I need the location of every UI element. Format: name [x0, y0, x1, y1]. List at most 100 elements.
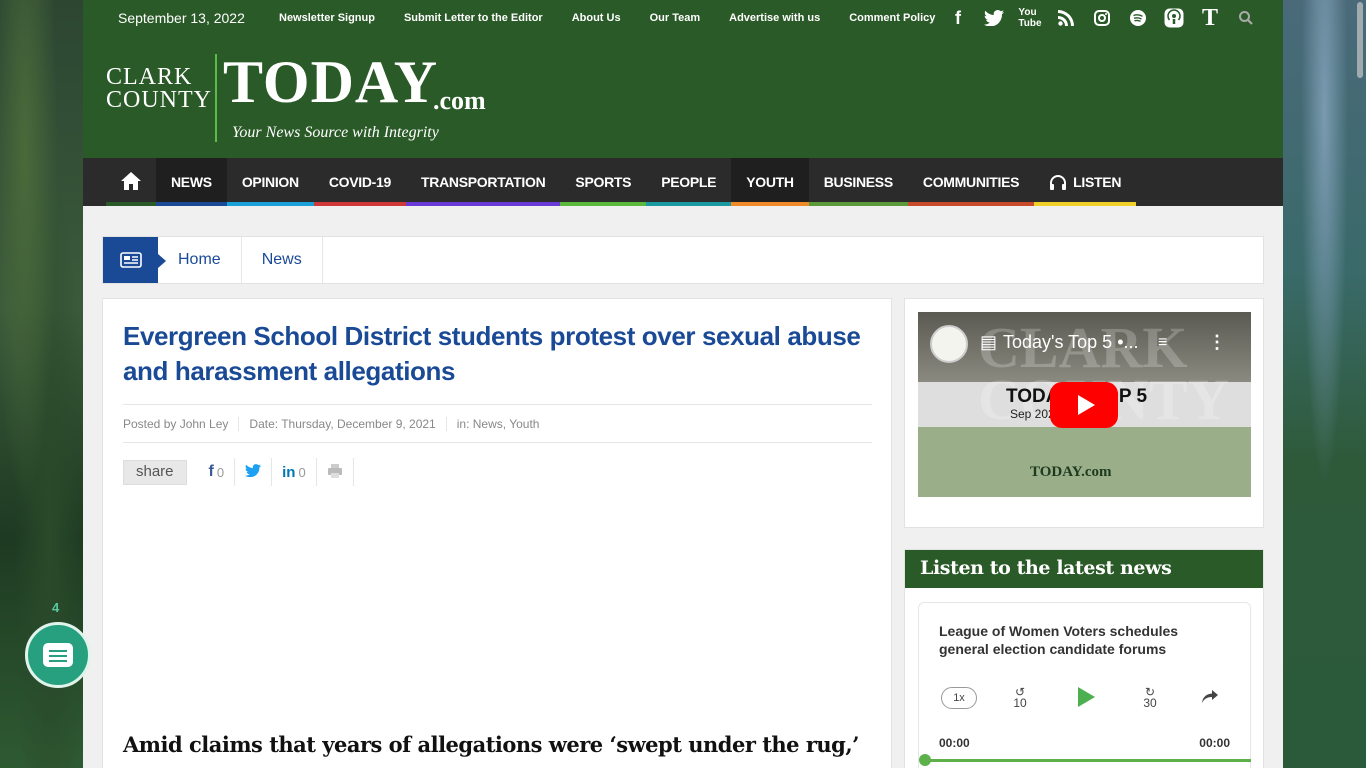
progress-handle[interactable]	[919, 754, 931, 766]
rss-icon[interactable]	[1048, 10, 1084, 26]
current-date: September 13, 2022	[118, 10, 245, 26]
twitter-share[interactable]	[235, 458, 273, 486]
comment-policy-link[interactable]: Comment Policy	[849, 12, 935, 24]
article-in-label: in:	[456, 416, 470, 431]
breadcrumb: Home News	[102, 236, 1264, 284]
facebook-share[interactable]: f 0	[199, 458, 236, 486]
youtube-icon[interactable]: You Tube	[1012, 7, 1048, 29]
instagram-icon[interactable]	[1084, 10, 1120, 26]
article-card: Evergreen School District students prote…	[102, 298, 892, 768]
video-title-text: Today's Top 5 •...	[1003, 332, 1139, 352]
nav-covid[interactable]: COVID-19	[313, 158, 407, 206]
newsletter-signup-link[interactable]: Newsletter Signup	[279, 12, 375, 24]
skip-fwd-label: 30	[1143, 696, 1157, 710]
spotify-icon[interactable]	[1120, 10, 1156, 26]
queue-icon[interactable]: ≡	[1158, 334, 1167, 352]
share-label: share	[123, 459, 187, 485]
playback-speed-button[interactable]: 1x	[941, 687, 977, 709]
skip-forward-button[interactable]: ↻ 30	[1133, 683, 1167, 713]
logo-county-text: COUNTY	[106, 87, 212, 113]
top-links: Newsletter Signup Submit Letter to the E…	[279, 12, 964, 24]
video-title[interactable]: ▤ Today's Top 5 •...	[980, 332, 1139, 353]
progress-track[interactable]	[925, 759, 1251, 762]
nav-covid-label: COVID-19	[328, 174, 392, 190]
nav-communities[interactable]: COMMUNITIES	[907, 158, 1035, 206]
linkedin-share[interactable]: in 0	[272, 458, 317, 486]
play-audio-button[interactable]	[1069, 683, 1103, 713]
nav-news[interactable]: NEWS	[156, 158, 227, 206]
listen-widget: Listen to the latest news League of Wome…	[904, 549, 1264, 768]
twitter-icon[interactable]	[976, 10, 1012, 26]
play-button[interactable]	[1050, 382, 1118, 428]
breadcrumb-home[interactable]: Home	[158, 237, 242, 283]
logo-clark-text: CLARK	[106, 64, 193, 90]
site-header: CLARK COUNTY TODAY .com Your News Source…	[83, 36, 1283, 158]
facebook-icon: f	[208, 463, 214, 480]
article-categories-wrap: in: News, Youth	[457, 417, 550, 431]
linkedin-share-count: 0	[298, 464, 306, 480]
chat-icon	[43, 643, 73, 667]
chat-count: 4	[52, 600, 60, 615]
article-date: Date: Thursday, December 9, 2021	[249, 416, 447, 431]
linkedin-icon: in	[282, 463, 296, 481]
printer-icon	[327, 463, 343, 482]
advertise-link[interactable]: Advertise with us	[729, 12, 820, 24]
youtube-embed[interactable]: CLARKCOUNTY ▤Today's Top 5 •... ≡ ⋮ TODA…	[918, 312, 1251, 497]
current-time: 00:00	[939, 736, 970, 750]
about-us-link[interactable]: About Us	[572, 12, 621, 24]
main-nav: NEWS OPINION COVID-19 TRANSPORTATION SPO…	[83, 158, 1283, 206]
nav-people-label: PEOPLE	[661, 174, 717, 190]
share-audio-button[interactable]	[1193, 683, 1227, 713]
nav-transportation-label: TRANSPORTATION	[421, 174, 546, 190]
play-icon	[1076, 686, 1096, 711]
newspaper-icon	[103, 237, 166, 283]
nav-business-label: BUSINESS	[823, 174, 893, 190]
nav-people[interactable]: PEOPLE	[646, 158, 732, 206]
scrollbar-thumb[interactable]	[1357, 2, 1363, 78]
nav-news-label: NEWS	[171, 174, 212, 190]
scrollbar[interactable]	[1354, 0, 1366, 768]
podcast-icon[interactable]	[1156, 8, 1192, 28]
article-subhead: Amid claims that years of allegations we…	[123, 732, 859, 757]
nav-opinion-label: OPINION	[241, 174, 299, 190]
nav-home[interactable]	[106, 158, 156, 206]
episode-title: League of Women Voters schedules general…	[939, 623, 1179, 657]
playlist-icon: ▤	[980, 332, 998, 352]
headphones-icon	[1049, 174, 1067, 190]
nav-sports[interactable]: SPORTS	[560, 158, 647, 206]
duration: 00:00	[1199, 736, 1230, 750]
nav-business[interactable]: BUSINESS	[808, 158, 908, 206]
logo-clark-county[interactable]: CLARK COUNTY	[106, 64, 212, 113]
nav-listen[interactable]: LISTEN	[1034, 158, 1137, 206]
channel-avatar[interactable]	[930, 325, 968, 363]
nav-transportation[interactable]: TRANSPORTATION	[406, 158, 561, 206]
search-icon[interactable]	[1228, 10, 1264, 26]
our-team-link[interactable]: Our Team	[650, 12, 701, 24]
nav-youth[interactable]: YOUTH	[731, 158, 809, 206]
nav-youth-label: YOUTH	[746, 174, 794, 190]
video-widget: CLARKCOUNTY ▤Today's Top 5 •... ≡ ⋮ TODA…	[904, 298, 1264, 528]
facebook-icon[interactable]: f	[940, 8, 976, 29]
logo-today[interactable]: TODAY	[223, 48, 438, 117]
logo-divider	[215, 54, 217, 142]
top-bar: September 13, 2022 Newsletter Signup Sub…	[83, 0, 1283, 36]
logo-tagline: Your News Source with Integrity	[232, 124, 439, 141]
breadcrumb-news[interactable]: News	[242, 237, 323, 283]
share-icon	[1201, 689, 1219, 708]
tiktok-t-icon[interactable]: T	[1192, 5, 1228, 32]
listen-heading: Listen to the latest news	[905, 550, 1263, 588]
twitter-icon	[245, 464, 262, 480]
article-categories[interactable]: News, Youth	[473, 417, 540, 431]
print-share[interactable]	[317, 458, 354, 486]
skip-back-button[interactable]: ↺ 10	[1003, 683, 1037, 713]
logo-dotcom: .com	[433, 86, 486, 115]
social-icons: f You Tube T	[940, 0, 1264, 36]
nav-opinion[interactable]: OPINION	[226, 158, 314, 206]
more-vert-icon[interactable]: ⋮	[1208, 332, 1226, 353]
chat-button[interactable]	[25, 622, 91, 688]
article-title: Evergreen School District students prote…	[123, 321, 861, 386]
submit-letter-link[interactable]: Submit Letter to the Editor	[404, 12, 543, 24]
audio-player: League of Women Voters schedules general…	[918, 602, 1251, 768]
forward-icon: ↻ 30	[1143, 685, 1157, 710]
article-author[interactable]: Posted by John Ley	[123, 416, 240, 431]
